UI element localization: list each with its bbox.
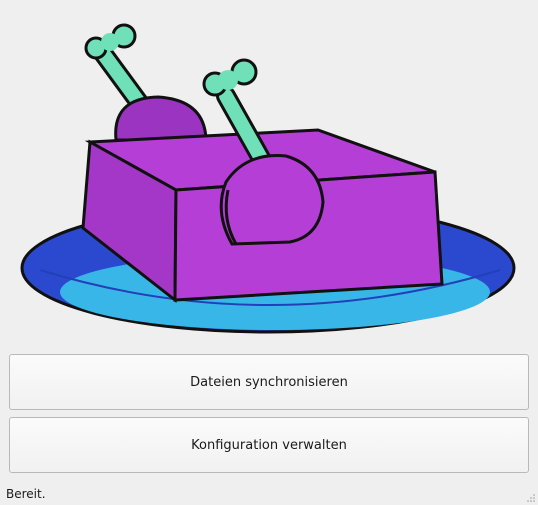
status-text: Bereit. — [6, 487, 46, 501]
sync-files-button[interactable]: Dateien synchronisieren — [9, 354, 529, 410]
app-window: Dateien synchronisieren Konfiguration ve… — [0, 0, 538, 505]
drumstick-back — [84, 23, 208, 142]
sync-files-label: Dateien synchronisieren — [190, 374, 348, 390]
status-bar: Bereit. — [0, 484, 538, 505]
manage-config-button[interactable]: Konfiguration verwalten — [9, 417, 529, 473]
manage-config-label: Konfiguration verwalten — [191, 437, 347, 453]
size-grip-icon[interactable] — [526, 493, 536, 503]
app-illustration — [0, 0, 538, 345]
